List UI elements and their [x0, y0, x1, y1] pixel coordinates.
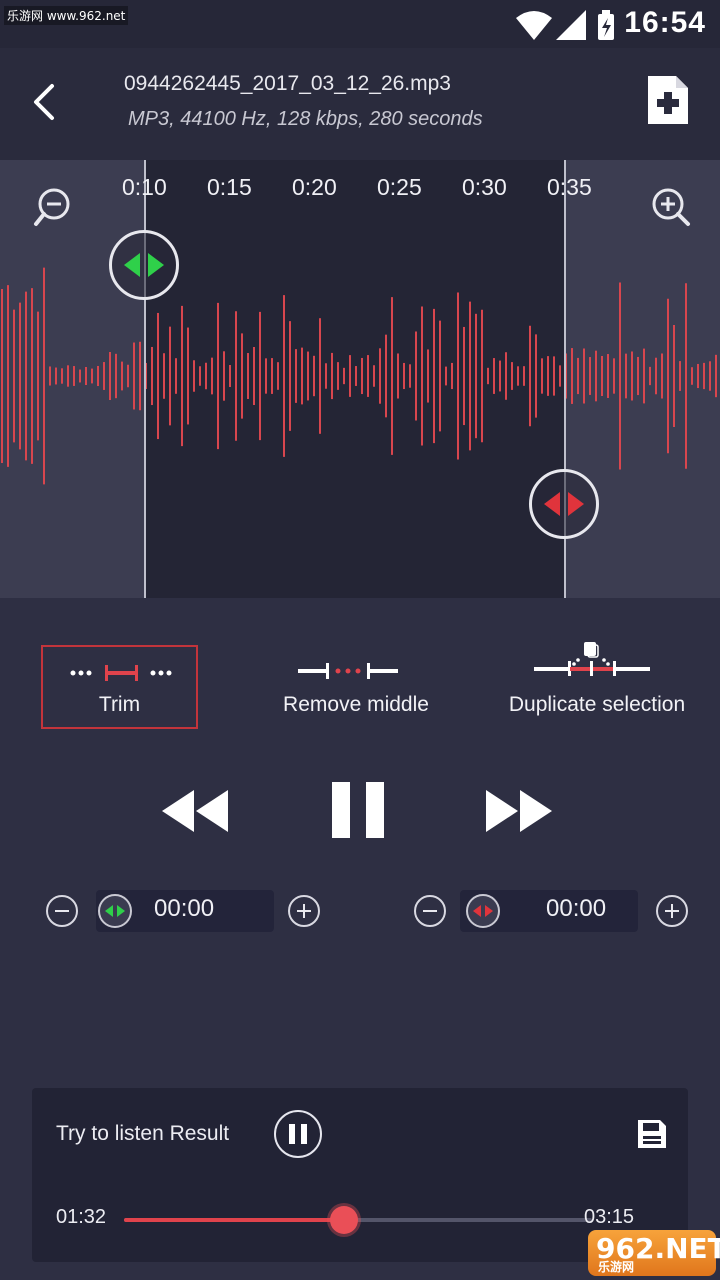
trim-tool-button[interactable]: Trim — [41, 645, 198, 729]
wifi-icon — [516, 11, 552, 40]
tick-label: 0:15 — [207, 174, 252, 200]
tick-label: 0:20 — [292, 174, 337, 200]
status-time: 16:54 — [624, 6, 706, 39]
tick-label: 0:30 — [462, 174, 507, 200]
end-time-value: 00:00 — [546, 895, 607, 922]
start-handle-mini-icon — [98, 894, 132, 928]
elapsed-time: 01:32 — [56, 1206, 107, 1228]
back-arrow-icon[interactable] — [20, 76, 72, 128]
end-time-increment-button[interactable] — [656, 895, 688, 927]
start-marker-line — [144, 160, 146, 598]
watermark-top: 乐游网 www.962.net — [4, 6, 129, 25]
remove-middle-icon — [298, 663, 398, 679]
remove-middle-label: Remove middle — [283, 693, 429, 716]
result-label: Try to listen Result — [56, 1122, 230, 1145]
end-time-decrement-button[interactable] — [414, 895, 446, 927]
new-file-icon[interactable] — [644, 74, 692, 126]
seek-bar-thumb[interactable] — [329, 1206, 358, 1234]
start-handle-arrows-icon — [124, 253, 164, 277]
result-seek-bar[interactable] — [124, 1218, 592, 1222]
fast-forward-icon[interactable] — [484, 786, 554, 836]
seek-bar-progress — [124, 1218, 344, 1222]
waveform-area[interactable]: 0:10 0:15 0:20 0:25 0:30 0:35 — [0, 160, 720, 598]
duplicate-selection-icon — [534, 642, 650, 676]
pause-icon[interactable] — [330, 780, 386, 840]
start-time-increment-button[interactable] — [288, 895, 320, 927]
end-handle-mini-icon — [466, 894, 500, 928]
trim-label: Trim — [98, 693, 141, 716]
trim-icon — [70, 665, 172, 681]
tick-label: 0:25 — [377, 174, 422, 200]
end-handle[interactable] — [529, 469, 599, 539]
result-pause-button[interactable] — [274, 1110, 322, 1158]
duplicate-selection-tool-button[interactable]: Duplicate selection — [496, 636, 698, 729]
duplicate-selection-label: Duplicate selection — [508, 693, 686, 716]
watermark-logo: 962.NET 乐游网 — [588, 1230, 720, 1276]
waveform — [1, 267, 717, 485]
watermark-brand-sub: 乐游网 — [598, 1260, 635, 1274]
signal-icon — [556, 10, 586, 40]
file-name: 0944262445_2017_03_12_26.mp3 — [124, 72, 451, 95]
tick-label: 0:10 — [122, 174, 167, 200]
rewind-icon[interactable] — [160, 786, 230, 836]
tick-label: 0:35 — [547, 174, 592, 200]
header — [0, 48, 720, 160]
zoom-in-icon[interactable] — [648, 184, 692, 228]
start-time-decrement-button[interactable] — [46, 895, 78, 927]
start-handle[interactable] — [109, 230, 179, 300]
zoom-out-icon[interactable] — [32, 184, 76, 228]
save-icon[interactable] — [636, 1118, 668, 1150]
battery-icon — [598, 10, 614, 40]
remove-middle-tool-button[interactable]: Remove middle — [270, 645, 442, 729]
file-meta: MP3, 44100 Hz, 128 kbps, 280 seconds — [128, 108, 483, 130]
start-time-value: 00:00 — [154, 895, 215, 922]
status-icons — [516, 10, 614, 40]
total-time: 03:15 — [584, 1206, 635, 1228]
end-handle-arrows-icon — [544, 492, 584, 516]
